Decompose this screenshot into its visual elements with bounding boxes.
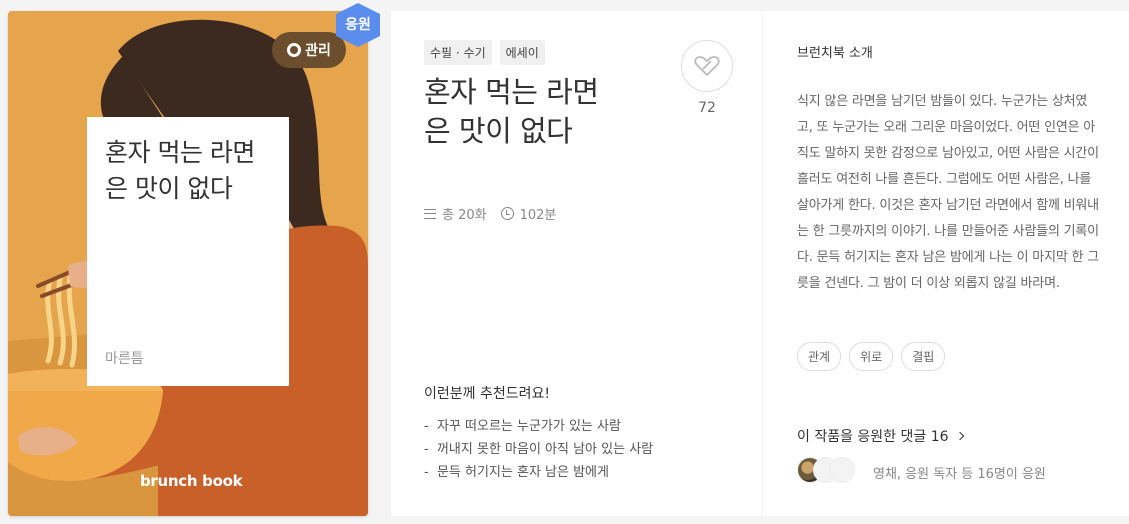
recommend-title: 이런분께 추천드려요! [424,386,550,402]
book-title: 혼자 먹는 라면은 맛이 없다 [424,75,599,148]
read-duration: 102분 [519,208,557,223]
clock-icon [500,207,514,220]
cheer-badge[interactable]: 응원 [333,2,383,48]
cover-title: 혼자 먹는 라면은 맛이 없다 [105,138,255,203]
cover-title-card: 혼자 먹는 라면은 맛이 없다 마른틈 [87,117,289,386]
category-tags: 수필 · 수기 에세이 [424,40,545,65]
list-item: - 자꾸 떠오르는 누군가가 있는 사람 [424,419,621,434]
keyword-tag[interactable]: 결핍 [901,342,946,371]
intro-label: 브런치북 소개 [797,46,873,61]
book-meta: 총 20화 102분 [424,204,556,223]
keyword-tags: 관계 위로 결핍 [797,342,946,371]
cover-author: 마른틈 [105,351,144,367]
book-intro-panel: 브런치북 소개 식지 않은 라면을 남기던 밤들이 있다. 누군가는 상처였고,… [763,11,1129,516]
like-button[interactable] [681,40,733,92]
keyword-tag[interactable]: 관계 [797,342,842,371]
cheer-comments-link[interactable]: 이 작품을 응원한 댓글 16 [797,426,964,446]
gear-icon [287,43,302,57]
list-icon [424,208,436,219]
brunch-book-logo: brunch book [140,472,243,490]
manage-button-label: 관리 [305,43,331,59]
cheer-badge-label: 응원 [345,17,371,33]
cheer-comments-label: 이 작품을 응원한 댓글 16 [797,429,949,445]
like-count: 72 [698,100,716,116]
list-item: - 문득 허기지는 혼자 남은 밤에게 [424,465,609,480]
category-tag[interactable]: 수필 · 수기 [424,40,492,65]
chevron-right-icon [955,431,964,441]
avatar [829,457,855,483]
book-cover: 혼자 먹는 라면은 맛이 없다 마른틈 brunch book 관리 [8,11,368,516]
heart-icon [694,56,720,77]
category-tag[interactable]: 에세이 [499,40,545,65]
keyword-tag[interactable]: 위로 [849,342,894,371]
supporter-avatars[interactable] [797,457,855,483]
episode-count: 총 20화 [442,208,487,223]
list-item: - 꺼내지 못한 마음이 아직 남아 있는 사람 [424,442,654,457]
cheer-summary: 영채, 응원 독자 등 16명이 응원 [873,467,1046,482]
intro-text: 식지 않은 라면을 남기던 밤들이 있다. 누군가는 상처였고, 또 누군가는 … [797,94,1099,291]
recommend-list: - 자꾸 떠오르는 누군가가 있는 사람 - 꺼내지 못한 마음이 아직 남아 … [424,415,653,484]
book-info-panel: 수필 · 수기 에세이 혼자 먹는 라면은 맛이 없다 72 총 20화 102… [391,11,762,516]
